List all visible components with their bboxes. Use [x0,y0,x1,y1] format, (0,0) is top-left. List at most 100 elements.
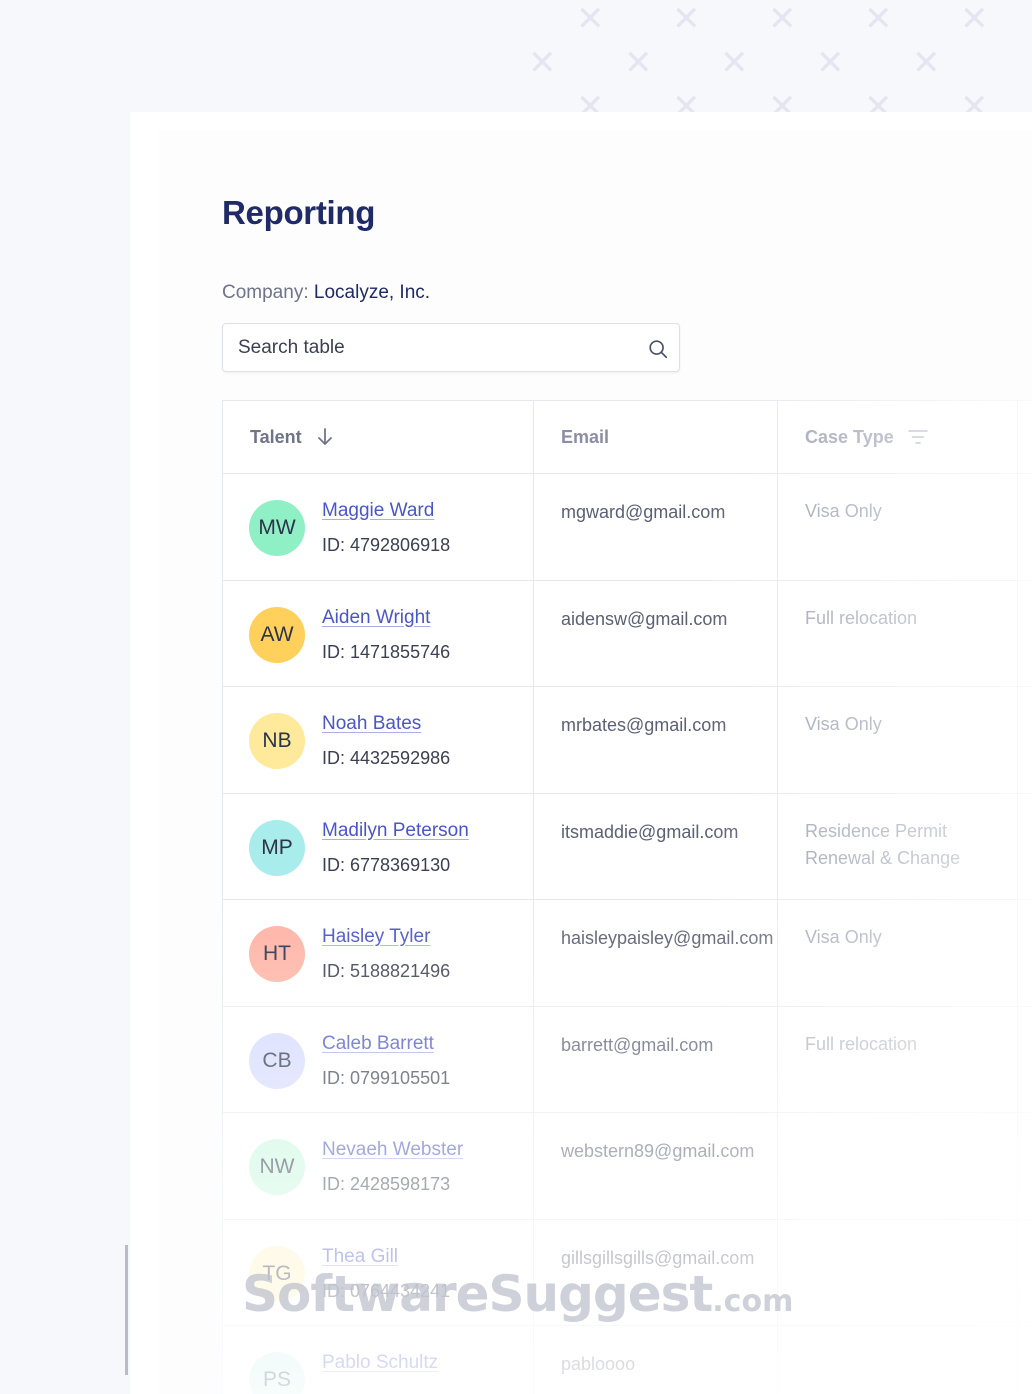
scroll-edge [125,1245,128,1375]
talent-cell: NW Nevaeh Webster ID: 2428598173 [223,1113,534,1219]
column-header-extra [1018,401,1032,473]
talent-id: ID: 1471855746 [322,641,451,662]
table-row[interactable]: CB Caleb Barrett ID: 0799105501 barrett@gma… [223,1006,1032,1113]
case-type-text: Visa Only [805,714,882,734]
table-row[interactable]: AW Aiden Wright ID: 1471855746 aidensw@gmai… [223,580,1032,687]
talent-id: ID: 4432592986 [322,748,451,768]
table-header-row: Talent Email Case Type [223,401,1032,474]
talent-name-link[interactable]: Maggie Ward [322,500,434,522]
extra-cell [1018,1220,1032,1326]
extra-cell [1018,794,1032,900]
case-type-text: Full relocation [805,607,918,628]
email-cell: mgward@gmail.com [534,474,778,580]
avatar: MP [249,819,305,876]
column-header-case-type[interactable]: Case Type [778,401,1018,473]
table-row[interactable]: NW Nevaeh Webster ID: 2428598173 webstern89… [223,1113,1032,1220]
talent-name-link[interactable]: Pablo Schultz [322,1352,438,1374]
avatar: NB [249,713,305,769]
case-type-text: Visa Only [805,927,882,947]
talent-id: ID: 0799105501 [322,1067,451,1088]
email-cell: itsmaddie@gmail.com [534,793,778,899]
email-text: aidensw@gmail.com [561,608,728,629]
talent-cell: AW Aiden Wright ID: 1471855746 [223,580,534,686]
case-type-cell: Residence Permit Renewal & Change [778,793,1018,899]
table: Talent Email Case Type MW Maggie Ward ID: … [222,400,1032,1394]
case-type-cell [778,1326,1018,1394]
sort-arrow-down-icon[interactable] [316,427,334,447]
extra-cell [1018,1113,1032,1219]
email-text: itsmaddie@gmail.com [561,821,739,842]
company-info: Company: Localyze, Inc. [222,282,430,304]
company-label: Company: [222,282,309,303]
extra-cell [1018,474,1032,580]
watermark-suffix: .com [712,1284,794,1319]
column-header-talent[interactable]: Talent [223,401,534,473]
talent-cell: CB Caleb Barrett ID: 0799105501 [223,1006,534,1112]
avatar: PS [249,1352,305,1394]
column-header-email[interactable]: Email [534,401,778,473]
talent-name-link[interactable]: Aiden Wright [322,607,430,629]
table-row[interactable]: MP Madilyn Peterson ID: 6778369130 itsmaddi… [223,793,1032,900]
case-type-cell [778,1113,1018,1219]
case-type-cell: Visa Only [778,687,1018,793]
email-text: barrett@gmail.com [561,1034,714,1055]
email-text: mrbates@gmail.com [561,715,727,735]
email-text: pabloooo [561,1354,636,1374]
column-header-label: Talent [250,426,302,447]
talent-cell: MW Maggie Ward ID: 4792806918 [223,474,534,580]
email-cell: haisleypaisley@gmail.com [534,900,778,1006]
extra-cell [1018,1007,1032,1113]
avatar: HT [249,926,305,982]
talent-id: ID: 5188821496 [322,961,451,981]
talent-id: ID: 4792806918 [322,535,451,555]
talent-id: ID: 6778369130 [322,854,451,875]
case-type-cell [778,1219,1018,1325]
talent-cell: NB Noah Bates ID: 4432592986 [223,687,534,793]
search-box[interactable] [222,323,680,372]
case-type-text: Residence Permit Renewal & Change [805,820,961,868]
table-row[interactable]: PS Pablo Schultz pabloooo [223,1326,1032,1394]
email-cell: webstern89@gmail.com [534,1113,778,1219]
case-type-text: Visa Only [805,501,882,521]
talent-id: ID: 2428598173 [322,1174,451,1194]
case-type-cell: Full relocation [778,580,1018,686]
reporting-table: Talent Email Case Type MW Maggie Ward ID: … [222,400,1032,1394]
case-type-cell: Visa Only [778,474,1018,580]
company-name: Localyze, Inc. [313,282,431,303]
talent-cell: HT Haisley Tyler ID: 5188821496 [223,900,534,1006]
talent-name-link[interactable]: Madilyn Peterson [322,820,469,842]
email-text: mgward@gmail.com [561,502,726,522]
talent-name-link[interactable]: Caleb Barrett [322,1033,434,1055]
avatar: AW [249,606,305,663]
avatar: MW [249,500,305,556]
avatar: NW [249,1139,305,1195]
case-type-text: Full relocation [805,1033,918,1054]
column-header-label: Case Type [805,426,894,447]
watermark: SoftwareSuggest.com [242,1265,793,1323]
talent-name-link[interactable]: Nevaeh Webster [322,1139,463,1161]
email-cell: barrett@gmail.com [534,1006,778,1112]
search-input[interactable] [238,324,638,371]
table-row[interactable]: MW Maggie Ward ID: 4792806918 mgward@gmail.… [223,474,1032,581]
talent-name-link[interactable]: Haisley Tyler [322,926,430,948]
email-cell: mrbates@gmail.com [534,687,778,793]
email-text: haisleypaisley@gmail.com [561,928,773,948]
background-pattern: ✕ ✕ ✕ ✕ ✕ ✕ ✕ ✕ ✕ ✕ ✕ ✕ ✕ ✕ ✕ [528,0,989,120]
table-row[interactable]: HT Haisley Tyler ID: 5188821496 haisleypais… [223,900,1032,1007]
email-text: webstern89@gmail.com [561,1141,755,1161]
case-type-cell: Visa Only [778,900,1018,1006]
watermark-text: SoftwareSuggest [242,1265,713,1323]
extra-cell [1018,1326,1032,1394]
talent-name-link[interactable]: Noah Bates [322,713,421,735]
table-row[interactable]: NB Noah Bates ID: 4432592986 mrbates@gmail.… [223,687,1032,794]
search-icon[interactable] [647,338,669,360]
email-cell: pabloooo [534,1326,778,1394]
column-header-label: Email [561,426,610,447]
email-cell: aidensw@gmail.com [534,580,778,686]
talent-cell: MP Madilyn Peterson ID: 6778369130 [223,793,534,899]
case-type-cell: Full relocation [778,1006,1018,1112]
page-title: Reporting [222,194,376,231]
talent-cell: PS Pablo Schultz [223,1326,534,1394]
filter-icon[interactable] [907,429,928,445]
extra-cell [1018,581,1032,687]
